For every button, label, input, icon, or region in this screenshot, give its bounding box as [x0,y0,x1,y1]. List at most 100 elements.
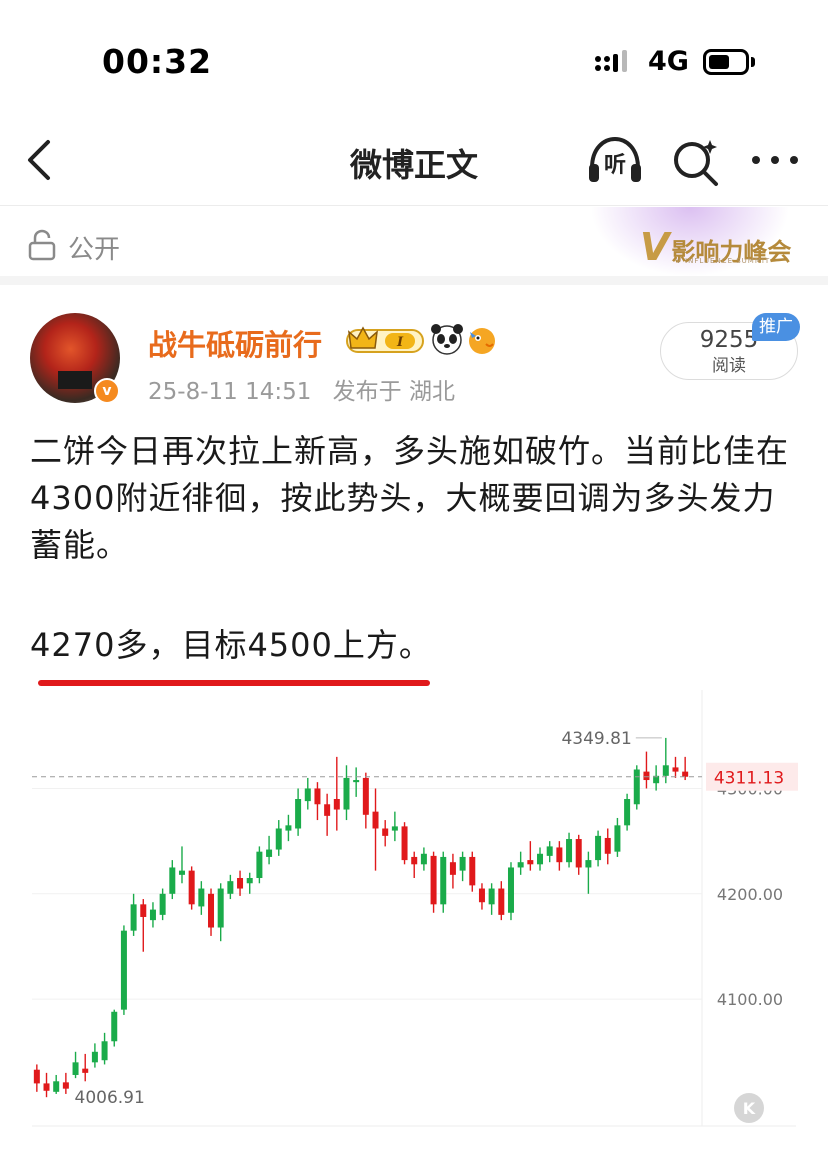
candle-body [556,847,563,863]
candle-body [33,1069,40,1084]
author-name[interactable]: 战牛砥砺前行 [148,322,322,364]
candle-body [507,867,514,913]
candle-body [537,853,544,865]
candle-body [149,909,156,921]
candle-body [488,888,495,905]
summit-badge-sub: V INFLUENCE SUMMIT [676,257,771,265]
candle-body [595,835,602,861]
svg-text:I: I [396,335,404,350]
candle-body [401,826,408,861]
status-bar: 00:32 4G [0,0,828,120]
candle-body [382,828,389,836]
candle-body [43,1083,50,1091]
candle-body [333,799,340,810]
more-icon[interactable] [750,152,800,168]
fish-icon [469,328,495,354]
candle-body [498,888,505,915]
visibility-label: 公开 [68,235,121,265]
candle-body [198,888,205,907]
candle-body [111,1011,118,1042]
crown-badge-icon[interactable]: I [345,324,427,356]
post-text: 二饼今日再次拉上新高，多头施如破竹。当前比佳在4300附近徘徊，按此势头，大概要… [30,432,790,564]
candle-body [566,839,573,863]
candle-body [372,811,379,829]
candle-body [430,855,437,905]
candle-body [440,856,447,905]
candle-body [449,862,456,875]
candle-body [266,849,273,857]
candle-body [324,804,331,816]
visibility-row: 公开 V影响力峰会 V INFLUENCE SUMMIT [0,207,828,285]
candle-body [169,867,176,894]
low-label: 4006.91 [75,1088,145,1108]
candle-body [662,765,669,776]
candlestick-chart[interactable]: 4300.004200.004100.004311.134349.814006.… [0,690,828,1136]
signal-icon [595,50,627,72]
search-icon[interactable] [670,136,722,188]
y-tick-label: 4200.00 [717,885,783,904]
lock-icon [28,229,56,261]
candle-body [237,878,244,889]
candle-body [362,777,369,815]
verified-icon: v [94,378,120,404]
candle-body [62,1082,69,1089]
candle-body [672,767,679,772]
candle-body [227,881,234,894]
candle-body [246,878,253,884]
candle-body [256,851,263,878]
candle-body [304,788,311,802]
candle-body [391,826,398,831]
panda-icon [431,324,463,355]
candle-body [459,856,466,871]
candle-body [469,856,476,886]
candle-body [604,837,611,854]
candle-body [314,788,321,805]
network-type: 4G [648,46,689,77]
candle-body [624,799,631,826]
candle-body [91,1051,98,1063]
battery-icon [703,49,749,75]
candle-body [130,904,137,931]
post-timestamp: 25-8-11 14:51 [148,379,312,405]
candle-body [295,799,302,829]
candle-body [643,771,650,781]
candle-body [527,860,534,865]
post-text-line2: 4270多，目标4500上方。 [30,626,432,664]
high-label: 4349.81 [561,729,631,749]
candle-body [478,888,485,903]
promo-tag[interactable]: 推广 [752,313,800,341]
candle-body [188,870,195,905]
listen-label: 听 [604,153,626,178]
k-icon-label: K [743,1099,756,1118]
candle-body [411,856,418,865]
candle-body [159,893,166,915]
listen-icon[interactable]: 听 [586,134,644,186]
status-time: 00:32 [102,42,213,81]
candle-body [208,893,215,928]
candle-body [614,825,621,852]
candle-body [420,853,427,865]
candle-body [682,771,689,777]
candle-body [585,860,592,868]
nav-bar: 微博正文 听 [0,120,828,206]
current-price-label: 4311.13 [714,769,784,789]
candle-body [72,1062,79,1075]
candle-body [178,870,185,875]
candle-body [546,846,553,856]
candle-body [575,839,582,868]
candle-body [633,769,640,805]
highlight-underline [38,680,430,686]
candle-body [82,1068,89,1073]
candle-body [517,862,524,868]
candle-body [120,930,127,1010]
candle-body [285,825,292,831]
candle-body [217,888,224,928]
candle-body [343,777,350,810]
battery-tip [751,57,755,67]
candle-body [53,1081,60,1092]
post-meta: 25-8-11 14:51 发布于 湖北 [148,372,469,406]
y-tick-label: 4100.00 [717,990,783,1009]
candle-body [101,1041,108,1061]
candle-body [275,828,282,850]
reads-label: 阅读 [712,356,746,376]
